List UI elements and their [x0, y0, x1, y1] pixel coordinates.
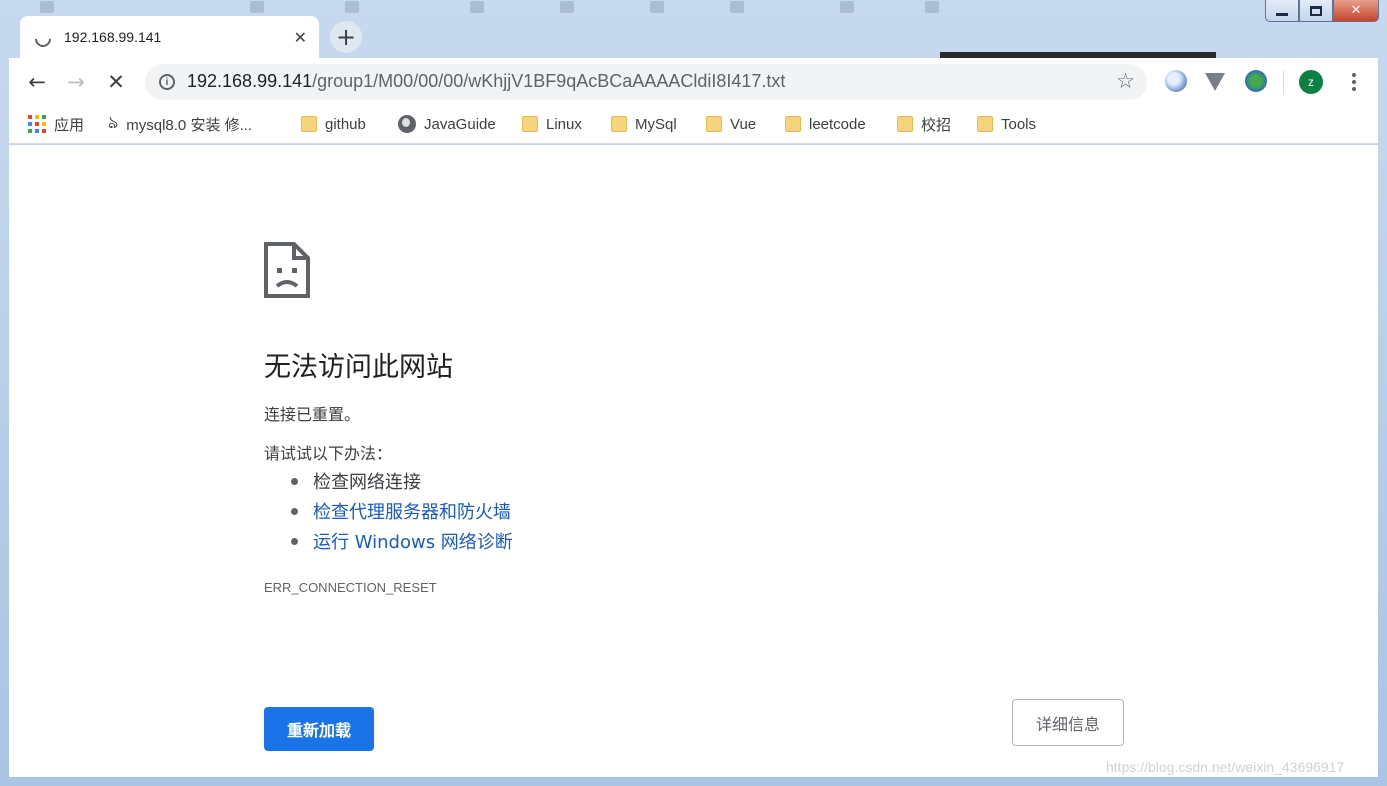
bookmark-leetcode[interactable]: leetcode: [785, 113, 866, 135]
minimize-icon: [1276, 13, 1288, 16]
watermark: https://blog.csdn.net/weixin_43696917: [1106, 759, 1345, 775]
bookmark-label: 应用: [54, 116, 85, 134]
url-path: /group1/M00/00/00/wKhjjV1BF9qAcBCaAAAACl…: [312, 71, 786, 91]
stop-loading-button[interactable]: ✕: [102, 68, 130, 96]
suggestion-check-proxy-link[interactable]: 检查代理服务器和防火墙: [292, 496, 513, 526]
background-window-ghost: [0, 0, 1250, 14]
bookmark-linux[interactable]: Linux: [522, 113, 582, 135]
bookmark-campus-recruit[interactable]: 校招: [897, 113, 951, 135]
extension-1-icon[interactable]: [1165, 70, 1187, 92]
error-code: ERR_CONNECTION_RESET: [264, 580, 437, 595]
bookmark-label: mysql8.0 安装 修...: [126, 116, 253, 134]
maximize-button[interactable]: [1299, 0, 1333, 22]
site-info-icon[interactable]: i: [159, 74, 175, 90]
browser-toolbar: ← → ✕ i 192.168.99.141/group1/M00/00/00/…: [9, 58, 1378, 106]
bookmark-label: github: [325, 115, 366, 133]
bookmark-vue[interactable]: Vue: [706, 113, 756, 135]
folder-icon: [897, 116, 913, 132]
sad-page-icon: [264, 242, 310, 298]
mysql-dolphin-icon: ঌ: [108, 113, 119, 133]
reload-button[interactable]: 重新加载: [264, 707, 374, 751]
details-button[interactable]: 详细信息: [1012, 699, 1124, 746]
bookmark-github[interactable]: github: [301, 113, 366, 135]
suggestions-list: 检查网络连接 检查代理服务器和防火墙 运行 Windows 网络诊断: [292, 466, 513, 556]
close-window-button[interactable]: ✕: [1333, 0, 1379, 22]
bookmark-star-icon[interactable]: ☆: [1116, 69, 1135, 93]
suggestion-text: 检查网络连接: [313, 472, 421, 493]
extension-3-icon[interactable]: [1245, 70, 1267, 92]
browser-menu-icon[interactable]: [1342, 70, 1366, 94]
try-label: 请试试以下办法：: [264, 444, 393, 463]
window-controls: ✕: [1265, 0, 1379, 22]
suggestion-text[interactable]: 检查代理服务器和防火墙: [313, 498, 511, 524]
bookmark-javaguide[interactable]: JavaGuide: [398, 113, 496, 135]
bookmark-label: JavaGuide: [424, 115, 496, 133]
bookmark-label: 校招: [921, 116, 952, 134]
active-tab[interactable]: 192.168.99.141 ✕: [20, 16, 319, 60]
folder-icon: [977, 116, 993, 132]
url-host: 192.168.99.141: [187, 71, 313, 91]
folder-icon: [301, 116, 317, 132]
globe-icon: [398, 115, 416, 133]
folder-icon: [611, 116, 627, 132]
back-button[interactable]: ←: [23, 68, 51, 96]
folder-icon: [706, 116, 722, 132]
bookmark-label: Vue: [730, 115, 757, 133]
error-title: 无法访问此网站: [264, 352, 453, 383]
bookmarks-bar: 应用 ঌ mysql8.0 安装 修... github JavaGuide L…: [9, 106, 1378, 144]
tab-title: 192.168.99.141: [64, 29, 162, 45]
bookmark-mysql[interactable]: ঌ mysql8.0 安装 修...: [108, 113, 252, 135]
error-subtitle: 连接已重置。: [264, 405, 361, 424]
toolbar-divider: [1283, 70, 1284, 94]
error-page: 无法访问此网站 连接已重置。 请试试以下办法： 检查网络连接 检查代理服务器和防…: [9, 145, 1378, 777]
extension-vue-devtools-icon[interactable]: [1205, 73, 1225, 91]
url-text[interactable]: 192.168.99.141/group1/M00/00/00/wKhjjV1B…: [187, 71, 785, 92]
apps-grid-icon: [28, 115, 46, 133]
suggestion-text[interactable]: 运行 Windows 网络诊断: [313, 528, 513, 554]
bookmark-label: Tools: [1001, 115, 1037, 133]
maximize-icon: [1310, 5, 1322, 16]
bookmark-label: MySql: [635, 115, 677, 133]
profile-avatar[interactable]: z: [1299, 70, 1323, 94]
bookmark-tools[interactable]: Tools: [977, 113, 1036, 135]
suggestion-run-diagnostics-link[interactable]: 运行 Windows 网络诊断: [292, 526, 513, 556]
address-bar[interactable]: i 192.168.99.141/group1/M00/00/00/wKhjjV…: [145, 64, 1147, 100]
new-tab-button[interactable]: +: [330, 21, 362, 53]
folder-icon: [522, 116, 538, 132]
bookmark-label: leetcode: [809, 115, 866, 133]
folder-icon: [785, 116, 801, 132]
loading-spinner-icon: [31, 27, 55, 51]
bookmark-label: Linux: [546, 115, 582, 133]
bookmark-apps[interactable]: 应用: [28, 113, 84, 135]
minimize-button[interactable]: [1265, 0, 1299, 22]
bookmark-mysql-folder[interactable]: MySql: [611, 113, 677, 135]
forward-button[interactable]: →: [62, 68, 90, 96]
tab-close-icon[interactable]: ✕: [294, 28, 307, 47]
suggestion-check-network: 检查网络连接: [292, 466, 513, 496]
